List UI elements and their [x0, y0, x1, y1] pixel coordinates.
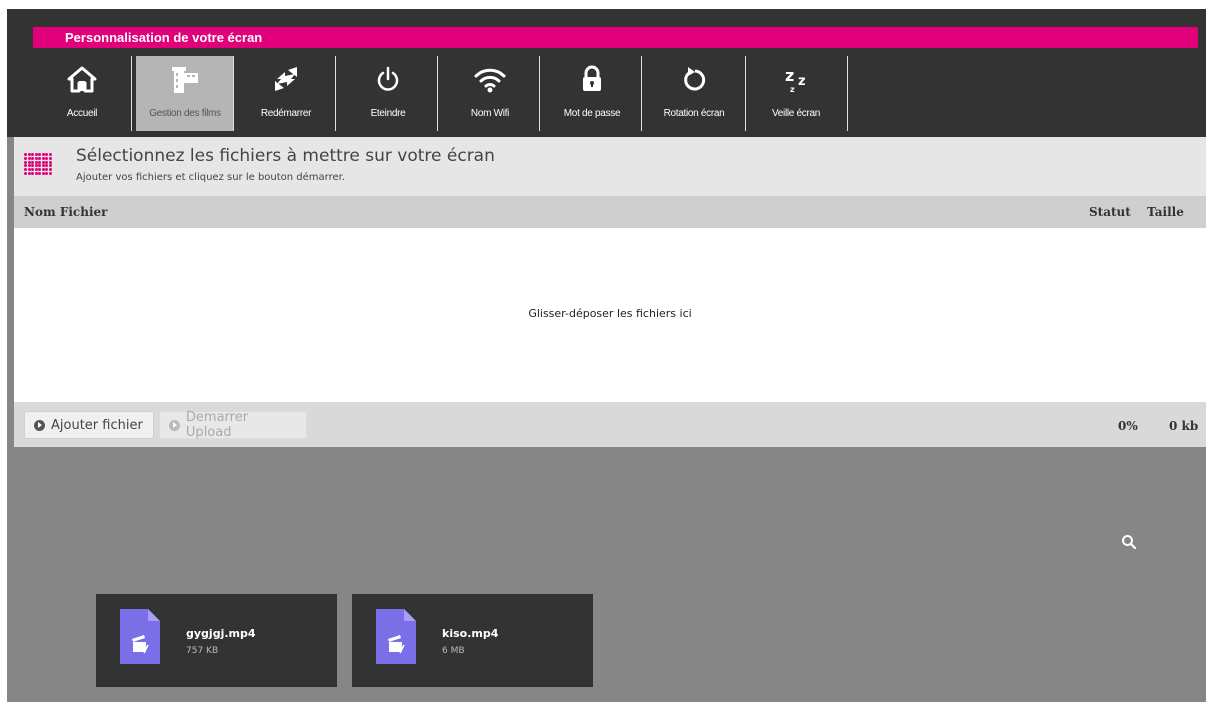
nav-accueil[interactable]: Accueil: [33, 56, 131, 131]
nav-gestion-films[interactable]: Gestion des films: [136, 56, 234, 131]
grid-dot: [48, 171, 52, 175]
nav-label: Accueil: [66, 108, 98, 119]
nav-label: Veille écran: [771, 108, 821, 119]
grid-dot: [31, 160, 34, 164]
nav-eteindre[interactable]: Eteindre: [339, 56, 437, 131]
grid-dot: [45, 168, 48, 171]
nav-mot-de-passe[interactable]: Mot de passe: [543, 56, 641, 131]
grid-dot: [24, 160, 27, 164]
nav-divider: [335, 56, 336, 131]
grid-dot: [45, 160, 48, 164]
grid-dot: [48, 164, 52, 168]
video-file-icon: [376, 609, 416, 664]
dotted-grid-icon: [24, 153, 52, 175]
file-size: 757 KB: [186, 646, 219, 656]
search-icon[interactable]: [1121, 534, 1137, 550]
total-progress: 0%: [1118, 419, 1138, 433]
refresh-icon: [237, 64, 335, 94]
nav-label: Redémarrer: [260, 108, 312, 119]
grid-dot: [38, 153, 41, 156]
nav-label: Eteindre: [370, 108, 406, 119]
nav-label: Mot de passe: [563, 108, 621, 119]
file-table-header: Nom Fichier Statut Taille: [14, 196, 1206, 228]
add-file-label: Ajouter fichier: [51, 417, 143, 433]
grid-dot: [38, 164, 41, 168]
add-file-button[interactable]: Ajouter fichier: [24, 411, 154, 439]
column-header-status: Statut: [1089, 205, 1131, 219]
file-name: gygjgj.mp4: [186, 627, 256, 640]
start-upload-label: Demarrer Upload: [185, 410, 249, 440]
play-circle-icon: [169, 419, 180, 431]
svg-text:z: z: [798, 74, 806, 89]
nav-label: Gestion des films: [149, 108, 221, 119]
grid-dot: [48, 156, 52, 160]
nav-divider: [131, 56, 132, 131]
lock-icon: [543, 64, 641, 94]
nav-divider: [745, 56, 746, 131]
grid-dot: [48, 160, 52, 164]
grid-dot: [24, 171, 27, 175]
upload-subtitle: Ajouter vos fichiers et cliquez sur le b…: [76, 172, 346, 183]
nav-divider: [539, 56, 540, 131]
grid-dot: [45, 171, 48, 175]
rotate-icon: [645, 64, 743, 94]
start-upload-button[interactable]: Demarrer Upload: [159, 410, 307, 440]
wifi-icon: [441, 64, 539, 94]
drop-message: Glisser-déposer les fichiers ici: [528, 307, 692, 320]
app-title: Personnalisation de votre écran: [33, 27, 1198, 48]
file-card[interactable]: kiso.mp4 6 MB: [352, 594, 593, 687]
grid-dot: [24, 164, 27, 168]
grid-dot: [38, 160, 41, 164]
grid-dot: [31, 171, 34, 175]
svg-text:z: z: [785, 66, 794, 85]
grid-dot: [45, 153, 48, 156]
grid-dot: [24, 168, 27, 171]
grid-dot: [38, 168, 41, 171]
svg-text:z: z: [790, 85, 795, 93]
upload-header: Sélectionnez les fichiers à mettre sur v…: [14, 137, 1206, 196]
video-file-icon: [120, 609, 160, 664]
nav-divider: [641, 56, 642, 131]
sleep-icon: zzz: [747, 64, 845, 94]
nav-veille-ecran[interactable]: zzz Veille écran: [747, 56, 845, 131]
grid-dot: [31, 168, 34, 171]
nav-redemarrer[interactable]: Redémarrer: [237, 56, 335, 131]
nav-label: Nom Wifi: [470, 108, 510, 119]
file-card[interactable]: gygjgj.mp4 757 KB: [96, 594, 337, 687]
grid-dot: [38, 171, 41, 175]
nav-rotation-ecran[interactable]: Rotation écran: [645, 56, 743, 131]
nav-nom-wifi[interactable]: Nom Wifi: [441, 56, 539, 131]
grid-dot: [45, 156, 48, 160]
total-size: 0 kb: [1169, 419, 1199, 433]
play-circle-icon: [34, 419, 45, 431]
home-icon: [33, 64, 131, 94]
grid-dot: [48, 153, 52, 156]
nav-divider: [437, 56, 438, 131]
grid-dot: [31, 156, 34, 160]
grid-dot: [48, 168, 52, 171]
upload-title: Sélectionnez les fichiers à mettre sur v…: [76, 146, 495, 166]
grid-dot: [24, 156, 27, 160]
file-name: kiso.mp4: [442, 627, 499, 640]
column-header-name: Nom Fichier: [24, 205, 108, 219]
nav-label: Rotation écran: [663, 108, 725, 119]
nav-divider: [847, 56, 848, 131]
power-icon: [339, 64, 437, 94]
grid-dot: [38, 156, 41, 160]
file-size: 6 MB: [442, 646, 465, 656]
nav-divider: [233, 56, 234, 131]
upload-footer: Ajouter fichier Demarrer Upload 0% 0 kb: [14, 402, 1206, 447]
column-header-size: Taille: [1147, 205, 1184, 219]
grid-dot: [24, 153, 27, 156]
grid-dot: [31, 153, 34, 156]
film-icon: [136, 64, 234, 94]
grid-dot: [45, 164, 48, 168]
drop-zone[interactable]: Glisser-déposer les fichiers ici: [14, 228, 1206, 402]
grid-dot: [31, 164, 34, 168]
